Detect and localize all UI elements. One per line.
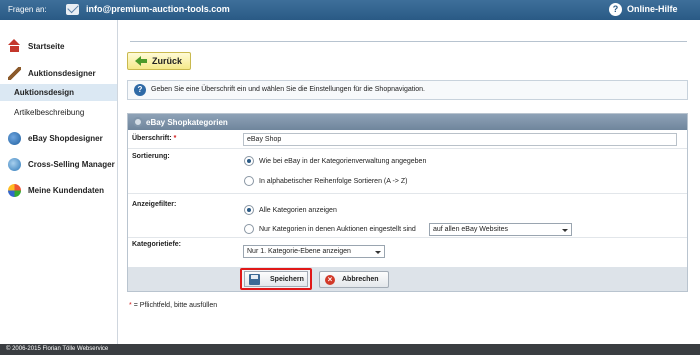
customer-data-icon (8, 184, 21, 197)
sidebar-item-label: Cross-Selling Manager (28, 160, 115, 169)
filter-option-with-auctions: Nur Kategorien in denen Auktionen einges… (259, 226, 416, 233)
sidebar-subitem-label: Auktionsdesign (14, 88, 75, 97)
button-row: Speichern × Abbrechen (128, 267, 687, 291)
filter-radio-all[interactable] (244, 205, 254, 215)
sort-radio-alphabetical[interactable] (244, 176, 254, 186)
gear-icon (133, 117, 143, 127)
back-button[interactable]: Zurück (127, 52, 191, 70)
sort-option-ebay: Wie bei eBay in der Kategorienverwaltung… (259, 158, 427, 165)
close-icon: × (325, 275, 335, 285)
ebay-icon (8, 132, 21, 145)
sidebar-item-label: eBay Shopdesigner (28, 134, 103, 143)
sidebar-item-auktionsdesigner[interactable]: Auktionsdesigner (0, 64, 117, 84)
back-button-label: Zurück (152, 56, 183, 66)
required-mark: * (129, 302, 132, 309)
sidebar-item-label: Auktionsdesigner (28, 69, 96, 78)
panel-header: eBay Shopkategorien (128, 114, 687, 130)
copyright-text: © 2006-2015 Florian Tölle Webservice (6, 346, 109, 352)
required-mark: * (173, 135, 177, 142)
sidebar-subitem-artikelbeschreibung[interactable]: Artikelbeschreibung (14, 108, 84, 117)
floppy-disk-icon (249, 274, 260, 285)
filter-row: Anzeigefilter: Alle Kategorien anzeigen … (128, 194, 687, 238)
help-icon[interactable]: ? (609, 3, 622, 16)
brush-icon (8, 67, 21, 80)
chevron-down-icon (562, 229, 568, 232)
cancel-button-label: Abbrechen (342, 276, 379, 283)
arrow-left-icon (135, 56, 147, 66)
sidebar: Startseite Auktionsdesigner Auktionsdesi… (0, 20, 118, 344)
home-icon-base (10, 46, 19, 52)
sidebar-item-cross-selling-manager[interactable]: Cross-Selling Manager (0, 155, 117, 175)
depth-select-value: Nur 1. Kategorie-Ebene anzeigen (247, 248, 351, 255)
info-text: Geben Sie eine Überschrift ein und wähle… (151, 86, 425, 93)
save-button-label: Speichern (270, 276, 304, 283)
top-bar: Fragen an: info@premium-auction-tools.co… (0, 0, 700, 20)
save-button-face: Speichern (244, 271, 308, 287)
filter-radio-with-auctions[interactable] (244, 224, 254, 234)
shop-categories-panel: eBay Shopkategorien Überschrift: * eBay … (127, 113, 688, 292)
site-select-value: auf allen eBay Websites (433, 226, 508, 233)
sort-radio-ebay[interactable] (244, 156, 254, 166)
divider (130, 41, 687, 42)
home-icon (8, 39, 20, 45)
info-box: ? Geben Sie eine Überschrift ein und wäh… (127, 80, 688, 100)
panel-title: eBay Shopkategorien (146, 118, 228, 127)
sidebar-item-ebay-shopdesigner[interactable]: eBay Shopdesigner (0, 129, 117, 149)
sort-option-alphabetical: In alphabetischer Reihenfolge Sortieren … (259, 178, 408, 185)
footer: © 2006-2015 Florian Tölle Webservice (0, 344, 700, 355)
sidebar-item-meine-kundendaten[interactable]: Meine Kundendaten (0, 181, 117, 201)
filter-label: Anzeigefilter: (132, 201, 177, 208)
sort-label: Sortierung: (132, 153, 170, 160)
sort-row: Sortierung: Wie bei eBay in der Kategori… (128, 149, 687, 194)
heading-label: Überschrift: * (132, 135, 177, 142)
chevron-down-icon (375, 251, 381, 254)
depth-select[interactable]: Nur 1. Kategorie-Ebene anzeigen (243, 245, 385, 258)
ask-label: Fragen an: (8, 5, 47, 14)
online-help-link[interactable]: Online-Hilfe (627, 4, 678, 14)
cross-selling-icon (8, 158, 21, 171)
sidebar-subitem-auktionsdesign[interactable]: Auktionsdesign (0, 84, 117, 101)
site-select[interactable]: auf allen eBay Websites (429, 223, 572, 236)
footnote-text: = Pflichtfeld, bitte ausfüllen (133, 302, 218, 309)
filter-option-all: Alle Kategorien anzeigen (259, 207, 337, 214)
mail-icon (66, 4, 79, 15)
question-icon: ? (134, 84, 146, 96)
main-content: Zurück ? Geben Sie eine Überschrift ein … (118, 20, 700, 344)
heading-input[interactable]: eBay Shop (243, 133, 677, 146)
sidebar-item-label: Meine Kundendaten (28, 186, 105, 195)
cancel-button[interactable]: × Abbrechen (319, 271, 389, 288)
required-footnote: * = Pflichtfeld, bitte ausfüllen (129, 302, 217, 309)
sidebar-item-label: Startseite (28, 42, 65, 51)
depth-row: Kategorietiefe: Nur 1. Kategorie-Ebene a… (128, 238, 687, 267)
depth-label: Kategorietiefe: (132, 241, 182, 248)
sidebar-item-startseite[interactable]: Startseite (0, 37, 117, 57)
save-button[interactable]: Speichern (240, 268, 312, 290)
support-email-link[interactable]: info@premium-auction-tools.com (86, 4, 230, 14)
heading-row: Überschrift: * eBay Shop (128, 130, 687, 149)
